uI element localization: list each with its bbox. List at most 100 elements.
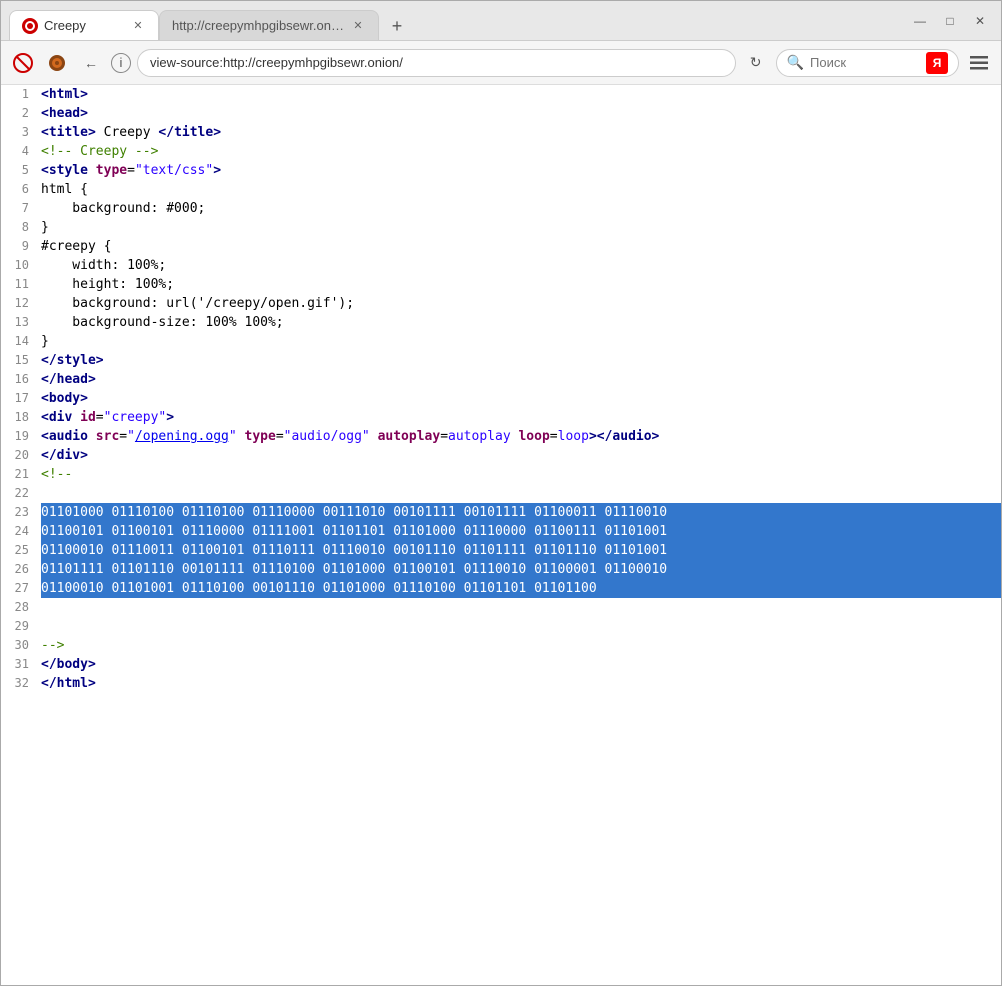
search-input[interactable] [810, 55, 920, 70]
source-line: 4<!-- Creepy --> [1, 142, 1001, 161]
source-line: 2701100010 01101001 01110100 00101110 01… [1, 579, 1001, 598]
source-line: 6html { [1, 180, 1001, 199]
title-bar: Creepy ✕ http://creepymhpgibsewr.oni... … [1, 1, 1001, 41]
source-line: 9#creepy { [1, 237, 1001, 256]
line-number: 5 [1, 161, 41, 180]
source-line: 14} [1, 332, 1001, 351]
line-content: <style type="text/css"> [41, 161, 1001, 180]
source-line: 11 height: 100%; [1, 275, 1001, 294]
line-number: 29 [1, 617, 41, 636]
source-line: 8} [1, 218, 1001, 237]
line-content: html { [41, 180, 1001, 199]
tab-strip: Creepy ✕ http://creepymhpgibsewr.oni... … [9, 1, 899, 40]
line-number: 11 [1, 275, 41, 294]
line-content: </html> [41, 674, 1001, 693]
line-content: --> [41, 636, 1001, 655]
source-line: 2401100101 01100101 01110000 01111001 01… [1, 522, 1001, 541]
tab-close-1[interactable]: ✕ [130, 18, 146, 34]
source-line: 3<title> Creepy </title> [1, 123, 1001, 142]
line-content: 01100101 01100101 01110000 01111001 0110… [41, 522, 1001, 541]
line-content: #creepy { [41, 237, 1001, 256]
source-line: 5<style type="text/css"> [1, 161, 1001, 180]
tab-title-1: Creepy [44, 18, 124, 33]
window-controls: — □ ✕ [907, 8, 993, 34]
line-number: 32 [1, 674, 41, 693]
source-line: 31</body> [1, 655, 1001, 674]
source-line: 28 [1, 598, 1001, 617]
source-line: 2<head> [1, 104, 1001, 123]
close-button[interactable]: ✕ [967, 8, 993, 34]
restore-button[interactable]: □ [937, 8, 963, 34]
line-content: 01101000 01110100 01110100 01110000 0011… [41, 503, 1001, 522]
line-number: 13 [1, 313, 41, 332]
line-content: <!-- Creepy --> [41, 142, 1001, 161]
tab-creepy[interactable]: Creepy ✕ [9, 10, 159, 40]
source-line: 18<div id="creepy"> [1, 408, 1001, 427]
new-tab-button[interactable]: + [383, 12, 411, 40]
line-content: 01100010 01110011 01100101 01110111 0111… [41, 541, 1001, 560]
line-content: width: 100%; [41, 256, 1001, 275]
source-line: 16</head> [1, 370, 1001, 389]
source-line: 15</style> [1, 351, 1001, 370]
line-content: <title> Creepy </title> [41, 123, 1001, 142]
line-content: </style> [41, 351, 1001, 370]
line-number: 26 [1, 560, 41, 579]
browser-window: Creepy ✕ http://creepymhpgibsewr.oni... … [0, 0, 1002, 986]
line-number: 12 [1, 294, 41, 313]
line-number: 9 [1, 237, 41, 256]
line-content: background: #000; [41, 199, 1001, 218]
menu-button[interactable] [965, 49, 993, 77]
source-line: 10 width: 100%; [1, 256, 1001, 275]
line-content: </head> [41, 370, 1001, 389]
line-number: 18 [1, 408, 41, 427]
source-line: 22 [1, 484, 1001, 503]
line-content: <audio src="/opening.ogg" type="audio/og… [41, 427, 1001, 446]
source-line: 2601101111 01101110 00101111 01110100 01… [1, 560, 1001, 579]
line-content: 01100010 01101001 01110100 00101110 0110… [41, 579, 1001, 598]
tab-favicon [22, 18, 38, 34]
line-number: 17 [1, 389, 41, 408]
address-input[interactable] [137, 49, 736, 77]
line-number: 10 [1, 256, 41, 275]
search-icon: 🔍 [787, 54, 804, 71]
line-content: </body> [41, 655, 1001, 674]
line-content: } [41, 332, 1001, 351]
source-line: 29 [1, 617, 1001, 636]
line-number: 30 [1, 636, 41, 655]
source-line: 32</html> [1, 674, 1001, 693]
line-number: 23 [1, 503, 41, 522]
line-number: 22 [1, 484, 41, 503]
source-line: 1<html> [1, 85, 1001, 104]
tab-source[interactable]: http://creepymhpgibsewr.oni... ✕ [159, 10, 379, 40]
minimize-button[interactable]: — [907, 8, 933, 34]
reload-button[interactable]: ↻ [742, 49, 770, 77]
source-line: 12 background: url('/creepy/open.gif'); [1, 294, 1001, 313]
line-number: 27 [1, 579, 41, 598]
line-number: 24 [1, 522, 41, 541]
source-line: 19<audio src="/opening.ogg" type="audio/… [1, 427, 1001, 446]
source-view: 1<html>2<head>3<title> Creepy </title>4<… [1, 85, 1001, 985]
line-content: <!-- [41, 465, 1001, 484]
line-number: 19 [1, 427, 41, 446]
tab-close-2[interactable]: ✕ [350, 18, 366, 34]
source-line: 13 background-size: 100% 100%; [1, 313, 1001, 332]
line-number: 15 [1, 351, 41, 370]
source-line: 7 background: #000; [1, 199, 1001, 218]
line-number: 21 [1, 465, 41, 484]
line-number: 8 [1, 218, 41, 237]
back-button[interactable]: ← [77, 49, 105, 77]
tab-title-2: http://creepymhpgibsewr.oni... [172, 18, 344, 33]
line-content: background-size: 100% 100%; [41, 313, 1001, 332]
line-content: 01101111 01101110 00101111 01110100 0110… [41, 560, 1001, 579]
line-number: 31 [1, 655, 41, 674]
line-content: </div> [41, 446, 1001, 465]
source-line: 21<!-- [1, 465, 1001, 484]
info-icon[interactable]: i [111, 53, 131, 73]
source-line: 17<body> [1, 389, 1001, 408]
extension-icon[interactable] [43, 49, 71, 77]
line-number: 16 [1, 370, 41, 389]
line-content: } [41, 218, 1001, 237]
line-content: <html> [41, 85, 1001, 104]
source-line: 20</div> [1, 446, 1001, 465]
line-number: 7 [1, 199, 41, 218]
